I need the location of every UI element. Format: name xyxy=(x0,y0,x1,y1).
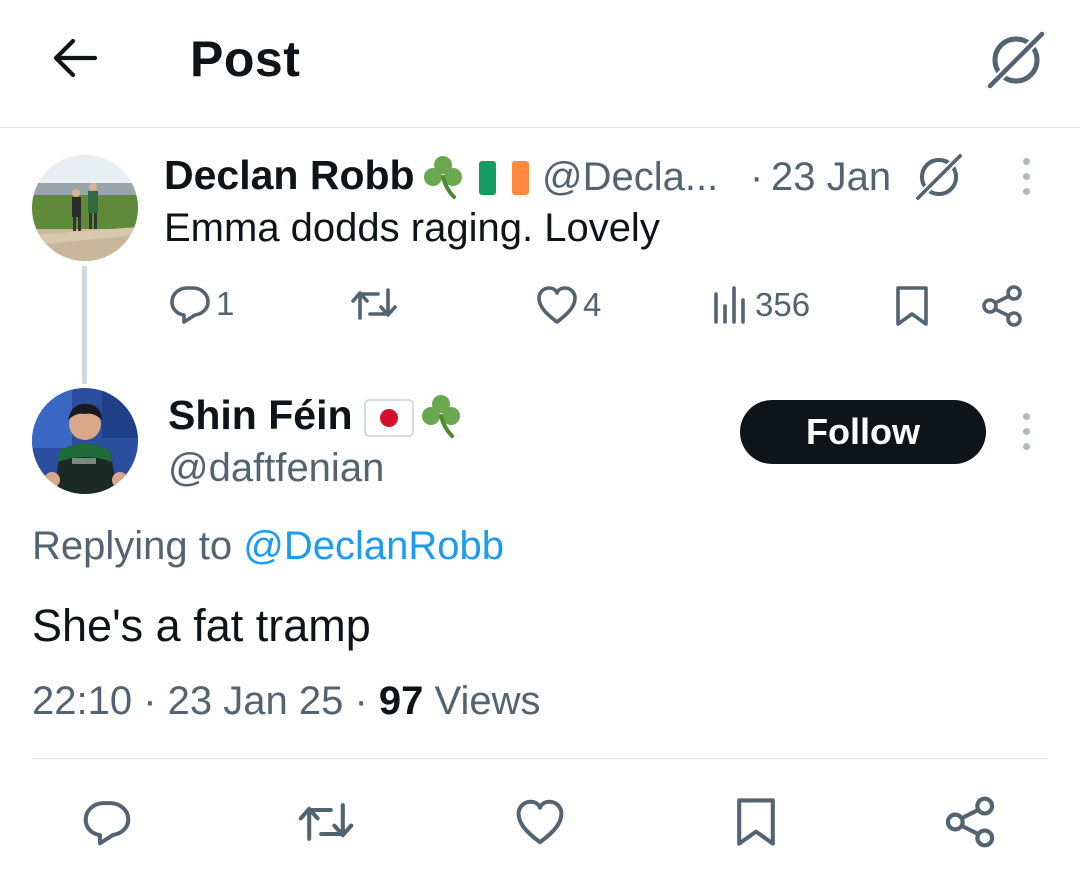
like-count: 4 xyxy=(583,286,602,323)
post-date[interactable]: 23 Jan 25 xyxy=(168,679,344,723)
shamrock-emoji xyxy=(424,156,462,199)
author-name[interactable]: Declan Robb xyxy=(164,152,415,199)
repost-icon xyxy=(351,288,397,320)
bookmark-button[interactable] xyxy=(892,284,932,328)
mention-link[interactable]: @DeclanRobb xyxy=(243,524,504,568)
like-button[interactable]: 4 xyxy=(535,284,601,326)
views-button[interactable]: 356 xyxy=(711,284,810,326)
repost-button[interactable] xyxy=(350,284,402,324)
author-name[interactable]: Shin Féin xyxy=(168,392,353,439)
post-text: She's a fat tramp xyxy=(32,600,371,651)
avatar[interactable] xyxy=(32,155,138,261)
replying-to: Replying to @DeclanRobb xyxy=(32,524,504,569)
separator-dot: · xyxy=(750,155,764,199)
post-date[interactable]: 23 Jan xyxy=(771,155,891,200)
grok-icon xyxy=(986,30,1046,90)
separator-dot: · xyxy=(132,679,168,723)
ireland-flag-emoji xyxy=(479,161,529,195)
analytics-icon xyxy=(714,286,745,324)
more-options-button[interactable] xyxy=(1014,146,1038,206)
reply-button[interactable]: 1 xyxy=(168,282,234,326)
view-count: 97 xyxy=(378,679,424,723)
avatar[interactable] xyxy=(32,388,138,494)
reply-icon xyxy=(170,286,210,324)
shamrock-emoji xyxy=(422,395,460,438)
page-title: Post xyxy=(190,31,301,87)
share-icon xyxy=(945,796,995,848)
reply-button[interactable] xyxy=(77,790,137,854)
grok-button[interactable] xyxy=(978,22,1054,98)
dot-icon xyxy=(1022,427,1030,435)
divider xyxy=(32,758,1048,759)
share-button[interactable] xyxy=(980,284,1024,328)
bookmark-icon xyxy=(737,798,775,846)
grok-icon xyxy=(915,153,963,201)
reply-icon xyxy=(83,801,131,846)
share-button[interactable] xyxy=(940,790,1000,854)
bookmark-button[interactable] xyxy=(726,790,786,854)
dot-icon xyxy=(1022,187,1030,195)
arrow-left-icon xyxy=(53,38,97,78)
grok-button[interactable] xyxy=(910,148,968,206)
back-button[interactable] xyxy=(42,26,106,90)
follow-button[interactable]: Follow xyxy=(740,400,986,464)
share-icon xyxy=(982,285,1022,327)
post-text: Emma dodds raging. Lovely xyxy=(164,206,660,250)
views-label: Views xyxy=(423,679,541,723)
post-time[interactable]: 22:10 xyxy=(32,679,132,723)
heart-icon xyxy=(516,799,564,845)
like-button[interactable] xyxy=(510,790,570,854)
top-app-bar: Post xyxy=(0,0,1080,128)
replying-prefix: Replying to xyxy=(32,524,244,568)
separator-dot: · xyxy=(343,679,379,723)
dot-icon xyxy=(1022,157,1030,165)
more-options-button[interactable] xyxy=(1014,401,1038,461)
japan-flag-emoji xyxy=(364,399,414,437)
bookmark-icon xyxy=(896,286,928,326)
author-handle[interactable]: @daftfenian xyxy=(168,446,384,491)
dot-icon xyxy=(1022,442,1030,450)
reply-count: 1 xyxy=(216,285,235,322)
post-meta: 22:10 · 23 Jan 25 · 97 Views xyxy=(32,679,541,724)
repost-icon xyxy=(298,803,354,841)
heart-icon xyxy=(537,286,577,324)
thread-connector-line xyxy=(82,266,87,384)
author-handle[interactable]: @Decla... xyxy=(542,155,718,200)
dot-icon xyxy=(1022,172,1030,180)
repost-button[interactable] xyxy=(296,790,356,854)
dot-icon xyxy=(1022,412,1030,420)
view-count: 356 xyxy=(755,286,811,323)
